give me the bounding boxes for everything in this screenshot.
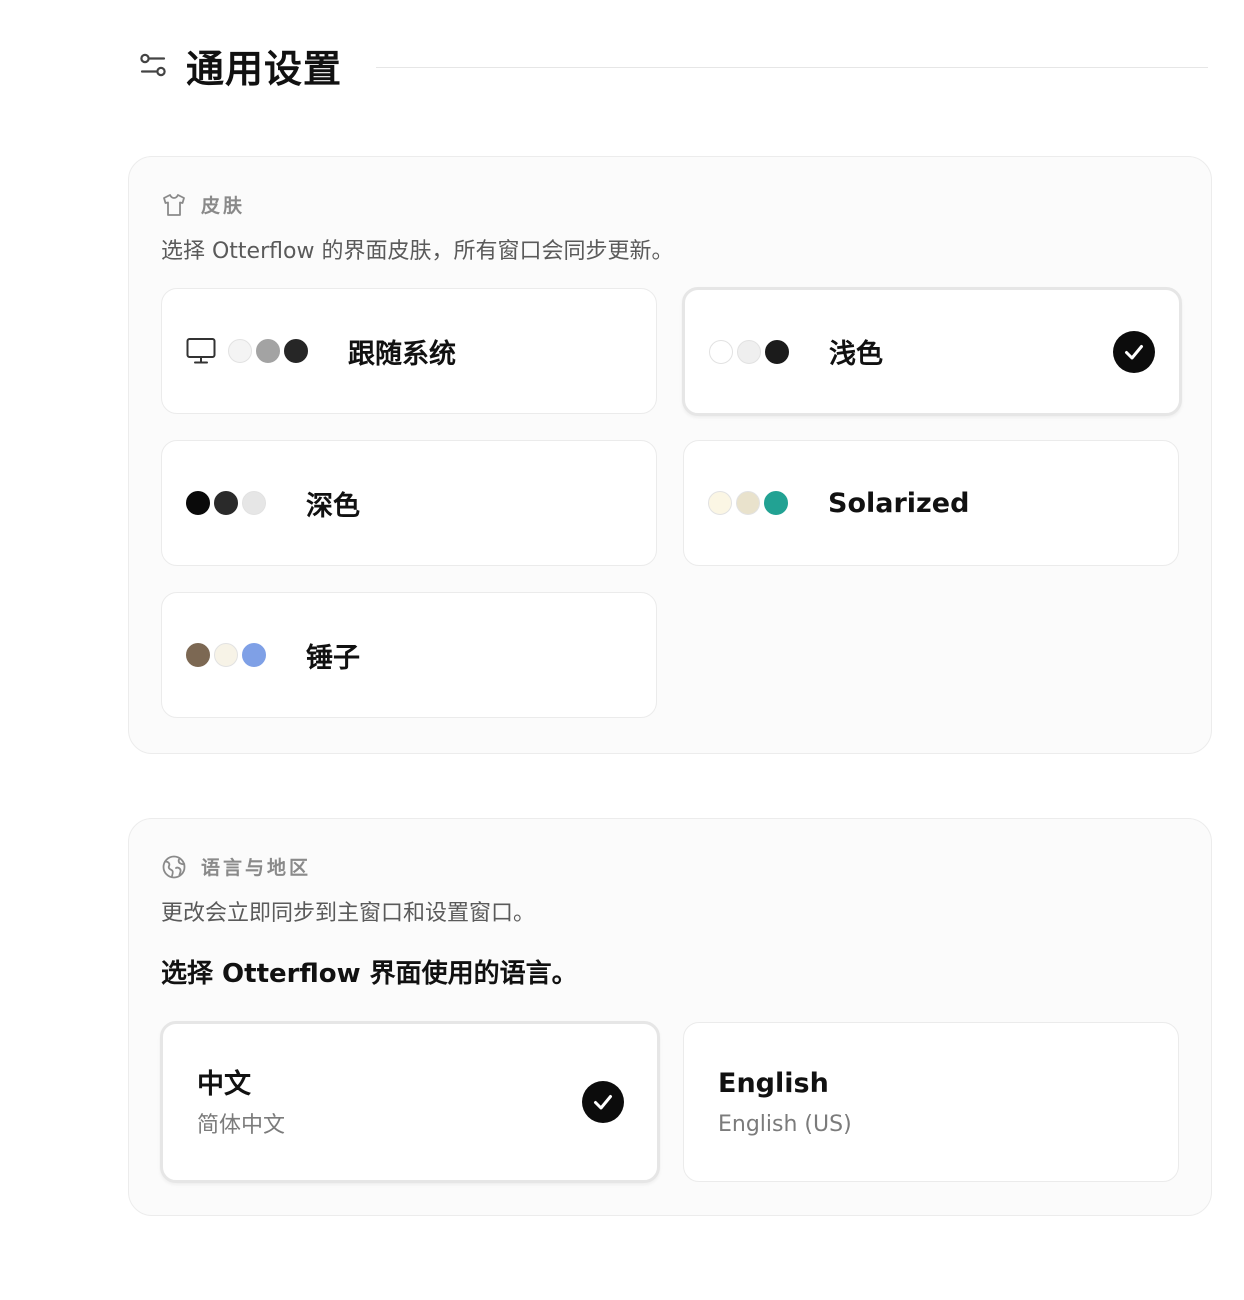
- theme-swatches: [709, 339, 793, 364]
- language-question: 选择 Otterflow 界面使用的语言。: [161, 959, 578, 989]
- general-settings-page: 通用设置 皮肤 选择 Otterflow 的界面皮肤，所有窗口会同步更新。 跟随…: [0, 0, 1244, 1300]
- skin-section-description: 选择 Otterflow 的界面皮肤，所有窗口会同步更新。: [161, 239, 674, 264]
- selected-check-icon: [582, 1081, 624, 1123]
- swatch-dot: [186, 643, 210, 667]
- skin-option-label: Solarized: [828, 487, 970, 519]
- language-option-text: 中文 简体中文: [197, 1068, 285, 1140]
- theme-swatches: [708, 491, 792, 515]
- swatch-dot: [228, 339, 252, 363]
- language-option-english[interactable]: English English (US): [683, 1022, 1179, 1182]
- language-section: 语言与地区 更改会立即同步到主窗口和设置窗口。 选择 Otterflow 界面使…: [128, 818, 1212, 1216]
- page-title: 通用设置: [186, 46, 343, 91]
- swatch-dot: [256, 339, 280, 363]
- language-subtitle: English (US): [718, 1112, 852, 1137]
- swatch-dot: [214, 643, 238, 667]
- skin-option-label: 浅色: [829, 339, 883, 370]
- skin-option-hammer[interactable]: 锤子: [161, 592, 657, 718]
- skin-section-header: 皮肤: [161, 191, 245, 218]
- header-divider: [376, 66, 1208, 68]
- language-section-description: 更改会立即同步到主窗口和设置窗口。: [161, 901, 536, 926]
- theme-swatches: [228, 339, 312, 363]
- language-section-header: 语言与地区: [161, 853, 311, 880]
- skin-section-label: 皮肤: [201, 195, 246, 217]
- swatch-dot: [186, 491, 210, 515]
- language-subtitle: 简体中文: [197, 1113, 286, 1138]
- sliders-icon: [136, 48, 170, 82]
- page-header: 通用设置: [136, 40, 1208, 91]
- swatch-dot: [709, 339, 733, 364]
- swatch-dot: [214, 491, 238, 515]
- swatch-dot: [242, 643, 266, 667]
- language-name: 中文: [197, 1069, 251, 1100]
- skin-option-label: 锤子: [306, 642, 360, 674]
- swatch-dot: [242, 491, 266, 515]
- language-name: English: [718, 1068, 829, 1099]
- swatch-dot: [765, 339, 789, 364]
- theme-swatches: [186, 491, 270, 515]
- swatch-dot: [764, 491, 788, 515]
- language-option-text: English English (US): [718, 1067, 852, 1139]
- swatch-dot: [284, 339, 308, 363]
- swatch-dot: [737, 339, 761, 364]
- monitor-icon: [186, 337, 216, 365]
- skin-option-follow-system[interactable]: 跟随系统: [161, 288, 657, 414]
- swatch-dot: [708, 491, 732, 515]
- skin-option-solarized[interactable]: Solarized: [683, 440, 1179, 566]
- theme-swatches: [186, 643, 270, 667]
- skin-option-dark[interactable]: 深色: [161, 440, 657, 566]
- globe-icon: [161, 854, 187, 880]
- selected-check-icon: [1113, 330, 1155, 373]
- language-section-label: 语言与地区: [201, 857, 312, 879]
- skin-option-label: 深色: [306, 490, 360, 522]
- language-option-chinese[interactable]: 中文 简体中文: [160, 1021, 660, 1183]
- shirt-icon: [161, 192, 187, 218]
- skin-option-light[interactable]: 浅色: [682, 287, 1182, 416]
- skin-section: 皮肤 选择 Otterflow 的界面皮肤，所有窗口会同步更新。 跟随系统 浅色…: [128, 156, 1212, 754]
- swatch-dot: [736, 491, 760, 515]
- skin-option-label: 跟随系统: [348, 338, 456, 370]
